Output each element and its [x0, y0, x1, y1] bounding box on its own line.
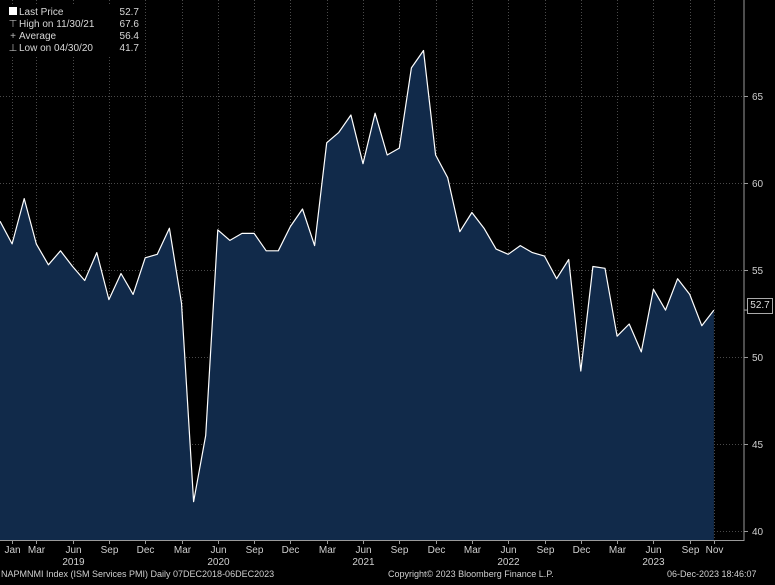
x-tick-label: Nov — [706, 545, 724, 556]
x-tick-label: Sep — [246, 545, 264, 556]
x-tick-label: Dec — [282, 545, 300, 556]
x-tick-label: Jun — [65, 545, 81, 556]
x-tick-label: Jun — [645, 545, 661, 556]
y-tick-label: 50 — [752, 353, 764, 364]
legend-row-low: ⊥ Low on 04/30/20 41.7 — [7, 43, 139, 55]
average-marker-icon: + — [10, 31, 16, 42]
legend-value: 56.4 — [119, 31, 139, 42]
x-tick-label: Dec — [428, 545, 446, 556]
legend-row-last-price: Last Price 52.7 — [7, 7, 139, 19]
legend-value: 41.7 — [119, 43, 139, 54]
legend-label: Last Price — [19, 7, 64, 18]
y-tick-label: 40 — [752, 527, 764, 538]
y-tick-label: 55 — [752, 266, 764, 277]
x-year-label: 2020 — [207, 557, 230, 568]
x-tick-label: Jun — [210, 545, 226, 556]
x-tick-label: Mar — [609, 545, 627, 556]
x-tick-label: Jun — [355, 545, 371, 556]
x-tick-label: Jan — [4, 545, 20, 556]
legend-label: Low on 04/30/20 — [19, 43, 93, 54]
x-tick-label: Dec — [573, 545, 591, 556]
legend-label: High on 11/30/21 — [19, 19, 95, 30]
high-marker-icon: ⊤ — [8, 19, 18, 30]
y-tick-label: 45 — [752, 440, 764, 451]
x-year-label: 2023 — [642, 557, 665, 568]
footer-copyright: Copyright© 2023 Bloomberg Finance L.P. — [388, 569, 554, 579]
x-tick-label: Mar — [28, 545, 46, 556]
x-year-label: 2022 — [497, 557, 520, 568]
x-year-label: 2019 — [62, 557, 85, 568]
low-marker-icon: ⊥ — [8, 43, 18, 54]
x-tick-label: Mar — [174, 545, 192, 556]
last-value-label: 52.7 — [747, 298, 773, 314]
x-tick-label: Mar — [464, 545, 482, 556]
legend-row-high: ⊤ High on 11/30/21 67.6 — [7, 19, 139, 31]
x-tick-label: Sep — [682, 545, 700, 556]
footer-ticker: NAPMNMI Index (ISM Services PMI) Daily 0… — [1, 569, 275, 579]
x-tick-label: Dec — [137, 545, 155, 556]
y-tick-labels: 40 45 50 55 60 65 — [744, 92, 764, 538]
x-tick-label: Jun — [500, 545, 516, 556]
chart-canvas: 404550556065 Jan Mar Jun2019Sep Dec Mar Jun20… — [0, 0, 764, 568]
legend-row-average: + Average 56.4 — [7, 31, 139, 43]
legend-label: Average — [19, 31, 57, 42]
footer-timestamp: 06-Dec-2023 18:46:07 — [667, 569, 757, 579]
y-tick-label: 65 — [752, 92, 764, 103]
legend-value: 67.6 — [119, 19, 139, 30]
swatch-icon — [7, 7, 19, 19]
x-tick-label: Sep — [391, 545, 409, 556]
x-year-label: 2021 — [352, 557, 375, 568]
x-tick-label: Sep — [101, 545, 119, 556]
y-tick-label: 60 — [752, 179, 764, 190]
legend-value: 52.7 — [119, 7, 139, 18]
x-tick-label: Sep — [537, 545, 555, 556]
legend: Last Price 52.7 ⊤ High on 11/30/21 67.6 … — [4, 6, 142, 57]
x-tick-label: Mar — [319, 545, 337, 556]
x-tick-labels: Jan Mar Jun2019Sep Dec Mar Jun2020Sep Dec Mar Ju… — [4, 540, 723, 568]
